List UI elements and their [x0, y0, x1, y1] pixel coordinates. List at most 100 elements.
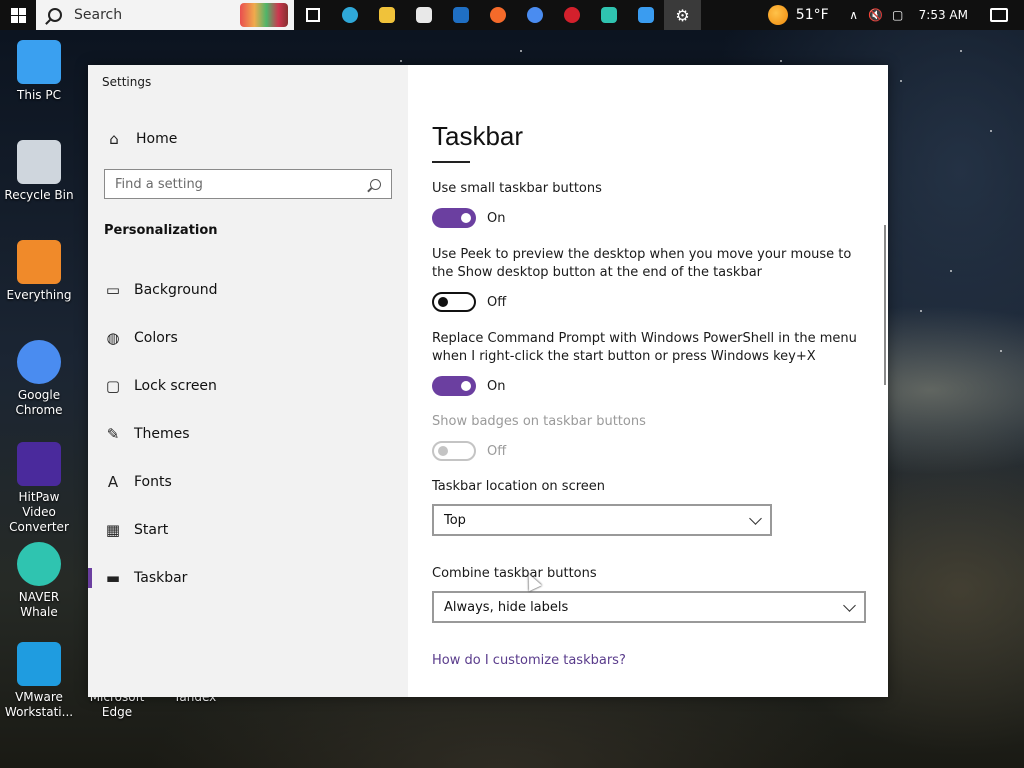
combine-dropdown[interactable]: Always, hide labels [432, 591, 866, 623]
taskbar-app-outlook[interactable] [442, 0, 479, 30]
small-buttons-state: On [487, 211, 506, 226]
taskbar-app-file-explorer[interactable] [368, 0, 405, 30]
location-dropdown[interactable]: Top [432, 504, 772, 536]
taskbar-app-chrome[interactable] [516, 0, 553, 30]
hitpaw-icon [17, 442, 61, 486]
volume-muted-icon[interactable]: 🔇 [865, 0, 887, 30]
settings-window: Settings ⌂ Home Personalization ▭ Backgro… [88, 65, 888, 697]
home-label: Home [136, 131, 178, 147]
badges-label: Show badges on taskbar buttons [432, 414, 646, 429]
desktop-icon-whale[interactable]: NAVER Whale [0, 542, 78, 620]
taskbar-app-opera[interactable] [553, 0, 590, 30]
desktop-icon-computer[interactable]: This PC [0, 40, 78, 103]
peek-state: Off [487, 295, 507, 310]
desktop-icon-label: Google Chrome [15, 388, 63, 417]
find-setting-box[interactable] [104, 169, 392, 199]
outlook-icon [452, 7, 469, 23]
help-link[interactable]: How do I customize taskbars? [432, 653, 626, 668]
window-title: Settings [102, 75, 152, 89]
powershell-toggle[interactable] [432, 376, 476, 396]
title-underline [432, 161, 470, 163]
location-value: Top [444, 512, 466, 528]
taskbar-app-settings[interactable]: ⚙ [664, 0, 701, 30]
taskbar-search-label: Search [74, 7, 123, 23]
chevron-down-icon [749, 512, 762, 525]
sidebar-item-lock-screen[interactable]: ▢ Lock screen [88, 362, 408, 410]
small-buttons-toggle[interactable] [432, 208, 476, 228]
edge-icon [341, 7, 358, 23]
taskbar-search-box[interactable]: Search [36, 0, 294, 30]
taskbar-app-task-view[interactable] [294, 0, 331, 30]
brush-icon: ✎ [106, 425, 120, 443]
search-highlight-image [240, 3, 288, 27]
microsoft-store-icon [415, 7, 432, 23]
whale-icon [17, 542, 61, 586]
scrollbar[interactable] [884, 225, 886, 385]
section-heading: Personalization [104, 223, 218, 238]
small-buttons-label: Use small taskbar buttons [432, 181, 602, 196]
desktop-icon-hitpaw[interactable]: HitPaw Video Converter [0, 442, 78, 535]
firefox-icon [489, 7, 506, 23]
search-icon [48, 8, 62, 22]
sidebar-item-label: Fonts [134, 474, 172, 490]
weather-temperature[interactable]: 51°F [796, 7, 829, 23]
chevron-up-icon[interactable]: ∧ [843, 0, 865, 30]
sidebar-item-background[interactable]: ▭ Background [88, 266, 408, 314]
lock-screen-icon: ▢ [105, 377, 121, 395]
taskbar-pinned-apps: ⚙ [294, 0, 701, 30]
combine-label: Combine taskbar buttons [432, 566, 597, 581]
wave-browser-icon [637, 7, 654, 23]
settings-sidebar: Settings ⌂ Home Personalization ▭ Backgro… [88, 65, 408, 697]
taskbar-app-firefox[interactable] [479, 0, 516, 30]
taskbar-app-edge[interactable] [331, 0, 368, 30]
start-button[interactable] [0, 0, 36, 30]
picture-icon: ▭ [105, 281, 121, 299]
combine-value: Always, hide labels [444, 599, 569, 615]
home-icon: ⌂ [109, 130, 119, 148]
network-icon[interactable]: ▢ [887, 0, 909, 30]
start-icon: ▦ [105, 521, 121, 539]
desktop-icon-label: VMware Workstati... [4, 690, 74, 719]
sidebar-item-colors[interactable]: ◍ Colors [88, 314, 408, 362]
sidebar-item-label: Lock screen [134, 378, 217, 394]
powershell-label: Replace Command Prompt with Windows Powe… [432, 331, 857, 364]
sidebar-item-taskbar[interactable]: ▬ Taskbar [88, 554, 408, 602]
sidebar-item-fonts[interactable]: A Fonts [88, 458, 408, 506]
desktop-icon-recycle-bin[interactable]: Recycle Bin [0, 140, 78, 203]
desktop-icon-vmware[interactable]: VMware Workstati... [0, 642, 78, 720]
home-link[interactable]: ⌂ Home [104, 129, 177, 149]
peek-label: Use Peek to preview the desktop when you… [432, 247, 852, 280]
vmware-icon [17, 642, 61, 686]
powershell-state: On [487, 379, 506, 394]
find-setting-input[interactable] [115, 176, 370, 192]
desktop-icon-everything-search[interactable]: Everything [0, 240, 78, 303]
whale-icon [600, 7, 617, 23]
chrome-icon [526, 7, 543, 23]
windows-logo-icon [10, 7, 26, 23]
sidebar-item-label: Start [134, 522, 169, 538]
sidebar-item-label: Background [134, 282, 218, 298]
weather-icon[interactable] [767, 5, 788, 25]
sidebar-item-themes[interactable]: ✎ Themes [88, 410, 408, 458]
badges-state: Off [487, 444, 507, 459]
taskbar-settings-page: Taskbar Use small taskbar buttons On Use… [408, 65, 888, 697]
sidebar-item-label: Themes [134, 426, 190, 442]
peek-toggle[interactable] [432, 292, 476, 312]
settings-nav-list: ▭ Background ◍ Colors ▢ Lock screen ✎ Themes A Fo… [88, 266, 408, 602]
sidebar-item-label: Taskbar [134, 570, 188, 586]
opera-icon [563, 7, 580, 23]
taskbar-app-wave-browser[interactable] [627, 0, 664, 30]
notification-icon[interactable] [990, 8, 1008, 22]
taskbar-app-microsoft-store[interactable] [405, 0, 442, 30]
badges-toggle [432, 441, 476, 461]
desktop-icon-label: HitPaw Video Converter [9, 490, 69, 534]
clock[interactable]: 7:53 AM [919, 8, 968, 22]
sidebar-item-start[interactable]: ▦ Start [88, 506, 408, 554]
chrome-icon [17, 340, 61, 384]
taskbar-app-whale[interactable] [590, 0, 627, 30]
location-label: Taskbar location on screen [432, 479, 606, 494]
chevron-down-icon [843, 599, 856, 612]
desktop-icon-chrome[interactable]: Google Chrome [0, 340, 78, 418]
file-explorer-icon [378, 7, 395, 23]
taskbar-icon: ▬ [105, 569, 121, 587]
